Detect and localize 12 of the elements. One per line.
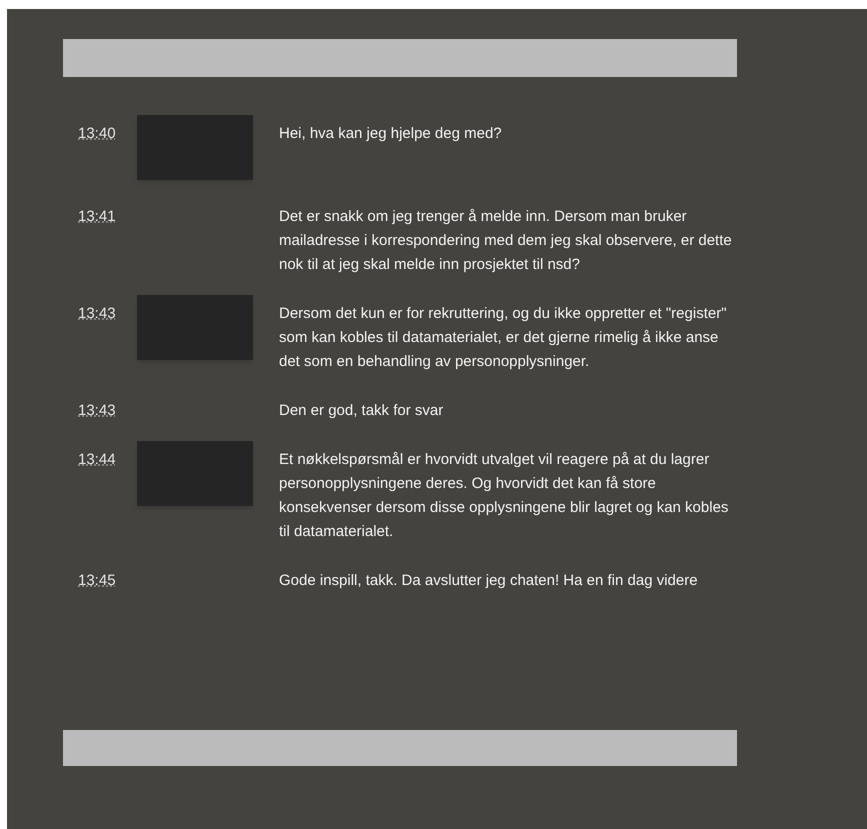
message-time: 13:40 [78,124,116,144]
message-text: Gode inspill, takk. Da avslutter jeg chaten! Ha en fin dag videre [279,571,699,591]
message-time: 13:44 [78,450,116,470]
message-text: Et nøkkelspørsmål er hvorvidt utvalget vil reagere på at du lagrer personopplysningene deres. Og hvorvidt det kan få store konsekvenser dersom disse opplysningene blir lagret og kan kobles til datamaterialet. [279,450,730,542]
message-time: 13:45 [78,571,116,591]
message-time: 13:43 [78,304,116,324]
message-text: Det er snakk om jeg trenger å melde inn. Dersom man bruker mailadresse i korrespondering med dem jeg skal observere, er dette nok til at jeg skal melde inn prosjektet til nsd? [279,207,733,275]
message-text: Hei, hva kan jeg hjelpe deg med? [279,124,503,144]
message-text: Den er god, takk for svar [279,401,444,421]
message-text: Dersom det kun er for rekruttering, og du ikke oppretter et "register" som kan kobles til datamaterialet, er det gjerne rimelig å ikke anse det som en behandling av personopplysninger. [279,304,728,372]
message-time: 13:41 [78,207,116,227]
message-time: 13:43 [78,401,116,421]
